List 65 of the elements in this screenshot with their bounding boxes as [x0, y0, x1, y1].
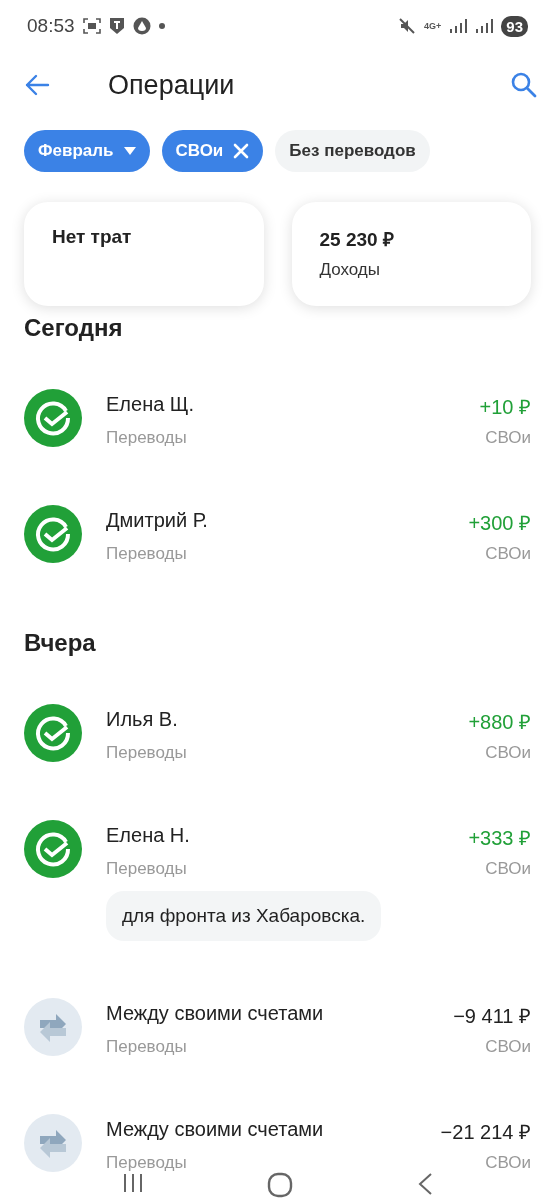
summary-card[interactable]: Нет трат [24, 202, 264, 306]
operation-category: Переводы [106, 1037, 187, 1057]
operation-name: Дмитрий Р. [106, 509, 208, 533]
summary-label: Нет трат [52, 226, 133, 248]
operation-row[interactable]: Между своими счетами −21 214 ₽ Переводы СВОи [0, 1114, 555, 1173]
operation-amount: −9 411 ₽ [453, 1004, 531, 1029]
operation-row[interactable]: Илья В. +880 ₽ Переводы СВОи [0, 704, 555, 763]
network-label: 4G+ [424, 21, 442, 31]
operation-category: Переводы [106, 743, 187, 763]
dot-icon [158, 23, 165, 29]
operation-account: СВОи [485, 1037, 531, 1057]
filter-chip[interactable]: Февраль [24, 130, 150, 172]
operation-amount: −21 214 ₽ [440, 1120, 531, 1145]
shield-icon [108, 17, 125, 35]
battery-level: 93 [501, 15, 528, 37]
operation-amount: +333 ₽ [468, 826, 531, 851]
chevron-left-icon [417, 1172, 434, 1196]
operation-name: Между своими счетами [106, 1002, 324, 1026]
summary-amount: 25 230 ₽ [319, 228, 395, 252]
summary-label: Доходы [319, 260, 381, 280]
signal-icon [449, 18, 468, 34]
operation-row[interactable]: Между своими счетами −9 411 ₽ Переводы СВОи [0, 998, 555, 1057]
date-heading: Вчера [23, 628, 97, 658]
operation-account: СВОи [485, 544, 531, 564]
operation-amount: +300 ₽ [468, 511, 531, 536]
operation-account: СВОи [485, 859, 531, 879]
operation-category: Переводы [106, 859, 187, 879]
caret-icon [123, 147, 136, 155]
screenshot-icon [82, 18, 101, 34]
filter-chip[interactable]: СВОи [161, 130, 264, 172]
operation-account: СВОи [485, 743, 531, 763]
date-heading: Сегодня [23, 313, 124, 343]
operation-name: Между своими счетами [106, 1118, 324, 1142]
operation-name: Елена Н. [106, 824, 190, 848]
summary-card[interactable]: 25 230 ₽ Доходы [291, 202, 531, 306]
operation-row[interactable]: Дмитрий Р. +300 ₽ Переводы СВОи [0, 505, 555, 564]
page-title: Операции [108, 69, 236, 101]
check-circle-icon [24, 389, 82, 447]
comment-bubble: для фронта из Хабаровска. [106, 891, 382, 941]
operation-category: Переводы [106, 428, 187, 448]
operation-amount: +880 ₽ [468, 710, 531, 735]
check-circle-icon [24, 820, 82, 878]
operation-category: Переводы [106, 1153, 187, 1173]
operation-account: СВОи [485, 428, 531, 448]
arrows-exchange-icon [24, 1114, 82, 1172]
bars-icon [121, 1172, 144, 1194]
operation-row[interactable]: Елена Щ. +10 ₽ Переводы СВОи [0, 389, 555, 448]
filter-chip[interactable]: Без переводов [275, 130, 430, 172]
operation-row[interactable]: Елена Н. +333 ₽ Переводы СВОи для фронта из Хабаровска. [0, 820, 555, 941]
arrows-exchange-icon [24, 998, 82, 1056]
rounded-square-icon [267, 1172, 294, 1198]
arrow-left-icon [24, 74, 50, 96]
operation-name: Елена Щ. [106, 393, 195, 417]
signal-icon [475, 18, 494, 34]
operation-amount: +10 ₽ [479, 395, 531, 420]
operation-account: СВОи [485, 1153, 531, 1173]
close-icon [233, 143, 250, 159]
check-circle-icon [24, 505, 82, 563]
drop-icon [132, 17, 151, 35]
operation-name: Илья В. [106, 708, 178, 732]
search-icon [511, 72, 537, 98]
status-time: 08:53 [27, 15, 75, 37]
operation-category: Переводы [106, 544, 187, 564]
check-circle-icon [24, 704, 82, 762]
mute-icon [398, 17, 417, 35]
